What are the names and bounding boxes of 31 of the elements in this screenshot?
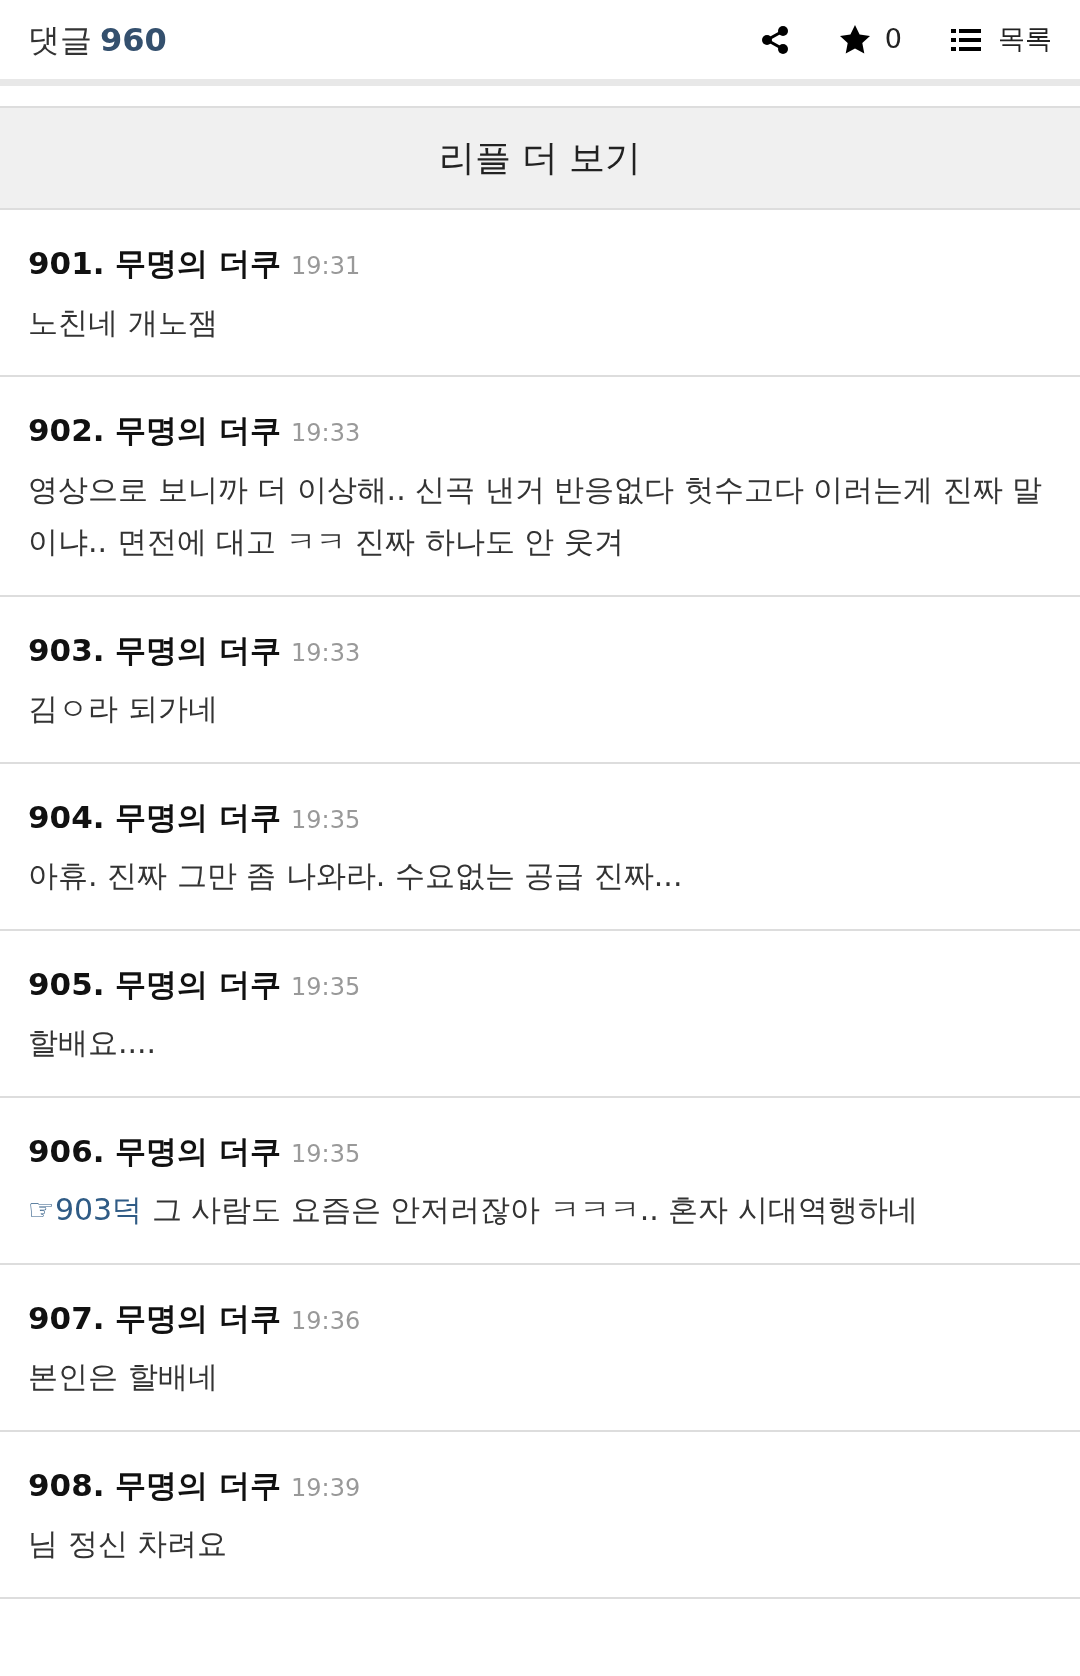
star-button[interactable]: 0 bbox=[838, 19, 902, 60]
comment-author: 901. 무명의 더쿠 bbox=[28, 244, 282, 283]
comment-author: 902. 무명의 더쿠 bbox=[28, 411, 282, 450]
comment-text: 님 정신 차려요 bbox=[28, 1525, 229, 1563]
comment-time: 19:33 bbox=[291, 418, 361, 449]
comment-time: 19:35 bbox=[291, 971, 361, 1003]
comment-author: 908. 무명의 더쿠 bbox=[28, 1465, 282, 1505]
comment-text: 영상으로 보니까 더 이상해.. 신곡 낸거 반응없다 헛수고다 이러는게 진짜 말이냐.. 면전에 대고 ㅋㅋ 진짜 하나도 안 웃겨 bbox=[28, 470, 1044, 561]
more-replies-button[interactable]: 리플 더 보기 bbox=[0, 106, 1080, 210]
comments-title: 댓글 bbox=[28, 19, 92, 61]
comment-time: 19:36 bbox=[291, 1305, 361, 1337]
list-button[interactable]: 목록 bbox=[950, 19, 1052, 60]
comment-text: 본인은 할배네 bbox=[28, 1358, 219, 1396]
comment-time: 19:33 bbox=[291, 637, 361, 669]
comment-time: 19:39 bbox=[291, 1472, 361, 1504]
comment-time: 19:35 bbox=[291, 804, 361, 836]
comment-time: 19:35 bbox=[291, 1138, 361, 1170]
comment-text: 아휴. 진짜 그만 좀 나와라. 수요없는 공급 진짜... bbox=[28, 857, 684, 895]
comment-text: 노친네 개노잼 bbox=[28, 303, 219, 342]
comment-author: 906. 무명의 더쿠 bbox=[28, 1131, 282, 1171]
comment-text: 김ㅇ라 되가네 bbox=[28, 690, 219, 728]
star-icon bbox=[838, 23, 871, 56]
comment-author: 907. 무명의 더쿠 bbox=[28, 1298, 282, 1338]
reply-link[interactable]: ☞903덕 bbox=[28, 1192, 143, 1227]
comment-text: ☞903덕 그 사람도 요즘은 안저러잖아 ㅋㅋㅋ.. 혼자 시대역행하네 bbox=[28, 1191, 919, 1229]
comment-author: 904. 무명의 더쿠 bbox=[28, 797, 282, 837]
comment-author: 903. 무명의 더쿠 bbox=[28, 630, 282, 670]
comment-author: 905. 무명의 더쿠 bbox=[28, 964, 282, 1004]
comment-text: 할배요.... bbox=[28, 1024, 158, 1062]
comment-time: 19:31 bbox=[291, 251, 361, 282]
comment-count: 960 bbox=[100, 19, 167, 61]
